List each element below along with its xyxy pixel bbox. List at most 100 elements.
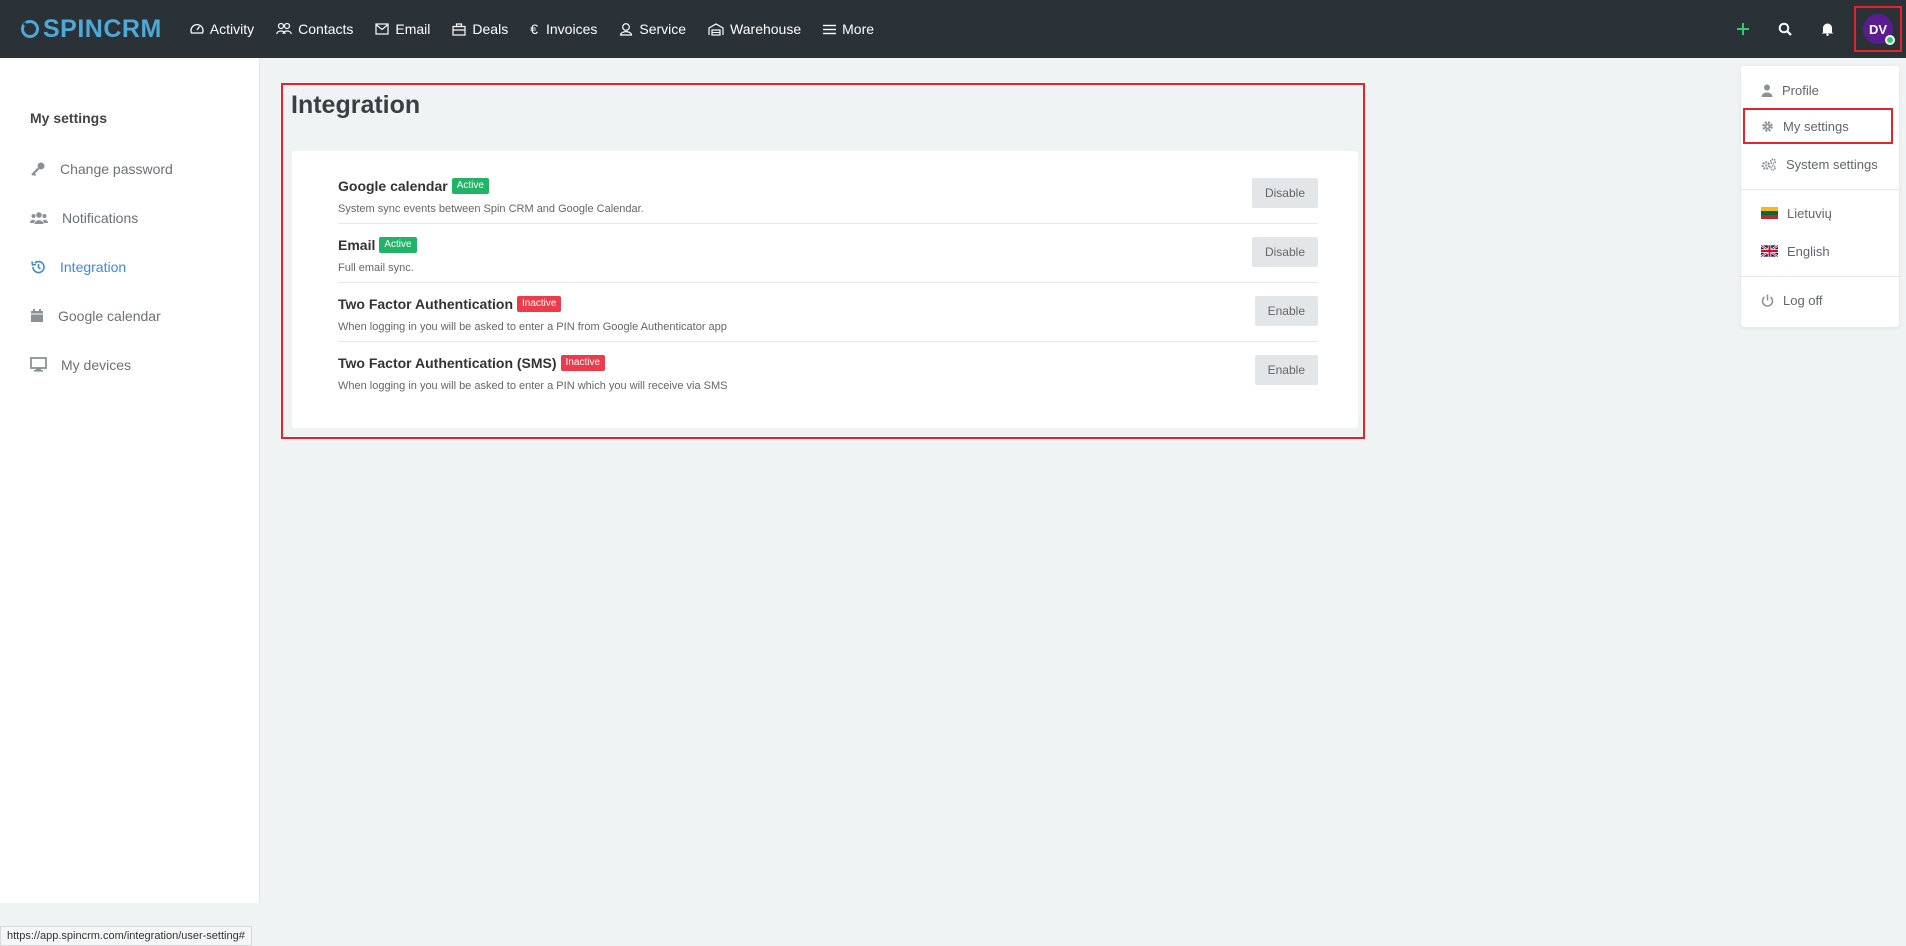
enable-2fa-button[interactable]: Enable [1254, 296, 1318, 326]
warehouse-icon [708, 22, 724, 36]
menu-item-profile[interactable]: Profile [1741, 72, 1899, 108]
nav-label: More [842, 21, 875, 37]
sidebar-item-label: Notifications [62, 209, 139, 226]
sidebar-item-google-calendar[interactable]: Google calendar [0, 291, 259, 340]
nav-label: Email [395, 21, 431, 37]
status-url: https://app.spincrm.com/integration/user… [7, 930, 245, 942]
integration-title: Google calendar Active [338, 178, 489, 194]
nav-warehouse[interactable]: Warehouse [697, 0, 812, 58]
key-icon [31, 162, 45, 176]
sidebar-title: My settings [30, 110, 108, 126]
integration-name: Email [338, 237, 376, 253]
calendar-icon [31, 309, 43, 322]
menu-icon [823, 24, 837, 34]
integration-row-email: Email Active Full email sync. Disable [338, 224, 1318, 283]
integration-row-2fa-sms: Two Factor Authentication (SMS) Inactive… [338, 342, 1318, 401]
user-service-icon [620, 23, 633, 36]
flag-uk-icon [1761, 245, 1778, 257]
integration-panel: Google calendar Active System sync event… [292, 151, 1358, 428]
history-icon [31, 260, 45, 273]
gauge-icon [190, 23, 204, 34]
avatar: DV [1863, 14, 1895, 45]
menu-divider [1741, 189, 1899, 190]
integration-row-google-calendar: Google calendar Active System sync event… [338, 165, 1318, 224]
nav-label: Warehouse [730, 21, 802, 37]
nav-service[interactable]: Service [608, 0, 697, 58]
menu-item-lang-en[interactable]: English [1741, 233, 1899, 269]
integration-description: When logging in you will be asked to ent… [338, 321, 727, 333]
nav-label: Deals [472, 21, 509, 37]
brand-crm: CRM [103, 14, 162, 43]
euro-icon: € [530, 21, 538, 37]
user-menu-toggle[interactable]: DV [1854, 6, 1902, 52]
users-icon [30, 211, 48, 224]
menu-item-label: English [1787, 243, 1830, 259]
integration-description: Full email sync. [338, 262, 414, 274]
nav-label: Contacts [298, 21, 354, 37]
brand-logo[interactable]: SPIN CRM [20, 15, 162, 44]
power-icon [1761, 294, 1774, 307]
integration-section: Integration Google calendar Active Syste… [281, 83, 1365, 439]
sidebar-item-notifications[interactable]: Notifications [0, 193, 259, 242]
integration-description: System sync events between Spin CRM and … [338, 203, 644, 215]
status-badge: Inactive [560, 355, 606, 371]
disable-email-button[interactable]: Disable [1251, 237, 1318, 267]
menu-divider [1741, 276, 1899, 277]
menu-item-system-settings[interactable]: System settings [1741, 146, 1899, 182]
plus-icon [1737, 23, 1749, 35]
page-title: Integration [291, 91, 421, 119]
sidebar-item-my-devices[interactable]: My devices [0, 340, 259, 389]
enable-2fa-sms-button[interactable]: Enable [1254, 355, 1318, 385]
add-button[interactable] [1722, 0, 1764, 58]
nav-contacts[interactable]: Contacts [265, 0, 364, 58]
user-dropdown-menu: Profile My settings System settings Liet… [1741, 66, 1899, 327]
briefcase-icon [452, 22, 467, 36]
integration-row-2fa: Two Factor Authentication Inactive When … [338, 283, 1318, 342]
status-badge: Active [379, 237, 417, 253]
sidebar-item-label: Change password [60, 160, 173, 177]
integration-title: Two Factor Authentication (SMS) Inactive [338, 355, 606, 371]
integration-name: Two Factor Authentication (SMS) [338, 355, 557, 371]
online-status-dot [1885, 35, 1895, 45]
nav-invoices[interactable]: € Invoices [519, 0, 608, 58]
gears-icon [1761, 157, 1777, 171]
disable-google-calendar-button[interactable]: Disable [1251, 178, 1318, 208]
nav-activity[interactable]: Activity [179, 0, 265, 58]
nav-email[interactable]: Email [364, 0, 441, 58]
bell-icon [1821, 23, 1833, 36]
menu-item-lang-lt[interactable]: Lietuvių [1741, 195, 1899, 231]
flag-lt-icon [1761, 207, 1778, 219]
search-icon [1778, 22, 1792, 36]
integration-title: Two Factor Authentication Inactive [338, 296, 562, 312]
monitor-icon [30, 357, 47, 372]
nav-more[interactable]: More [812, 0, 885, 58]
menu-item-log-off[interactable]: Log off [1741, 282, 1899, 318]
sidebar-item-change-password[interactable]: Change password [0, 144, 259, 193]
search-button[interactable] [1764, 0, 1806, 58]
browser-status-bar: https://app.spincrm.com/integration/user… [0, 926, 252, 946]
settings-sidebar: My settings Change password Notification… [0, 58, 260, 903]
nav-label: Invoices [546, 21, 598, 37]
integration-title: Email Active [338, 237, 417, 253]
status-badge: Inactive [517, 296, 562, 312]
menu-item-my-settings[interactable]: My settings [1743, 108, 1893, 144]
status-badge: Active [451, 178, 489, 194]
spin-logo-icon [21, 20, 39, 38]
user-icon [1761, 84, 1773, 97]
gear-icon [1762, 120, 1773, 132]
brand-spin: SPIN [43, 14, 104, 43]
top-navbar: SPIN CRM Activity Contacts Email Deals € … [0, 0, 1906, 58]
menu-item-label: Profile [1782, 82, 1819, 98]
users-icon [276, 22, 292, 35]
nav-deals[interactable]: Deals [441, 0, 519, 58]
menu-item-label: My settings [1783, 118, 1849, 134]
integration-name: Two Factor Authentication [338, 296, 513, 312]
menu-item-label: System settings [1786, 156, 1878, 172]
sidebar-item-integration[interactable]: Integration [0, 242, 259, 291]
sidebar-item-label: My devices [61, 356, 132, 373]
integration-description: When logging in you will be asked to ent… [338, 380, 728, 392]
sidebar-item-label: Google calendar [58, 307, 161, 324]
integration-name: Google calendar [338, 178, 448, 194]
avatar-initials: DV [1868, 21, 1888, 37]
notifications-button[interactable] [1806, 0, 1848, 58]
